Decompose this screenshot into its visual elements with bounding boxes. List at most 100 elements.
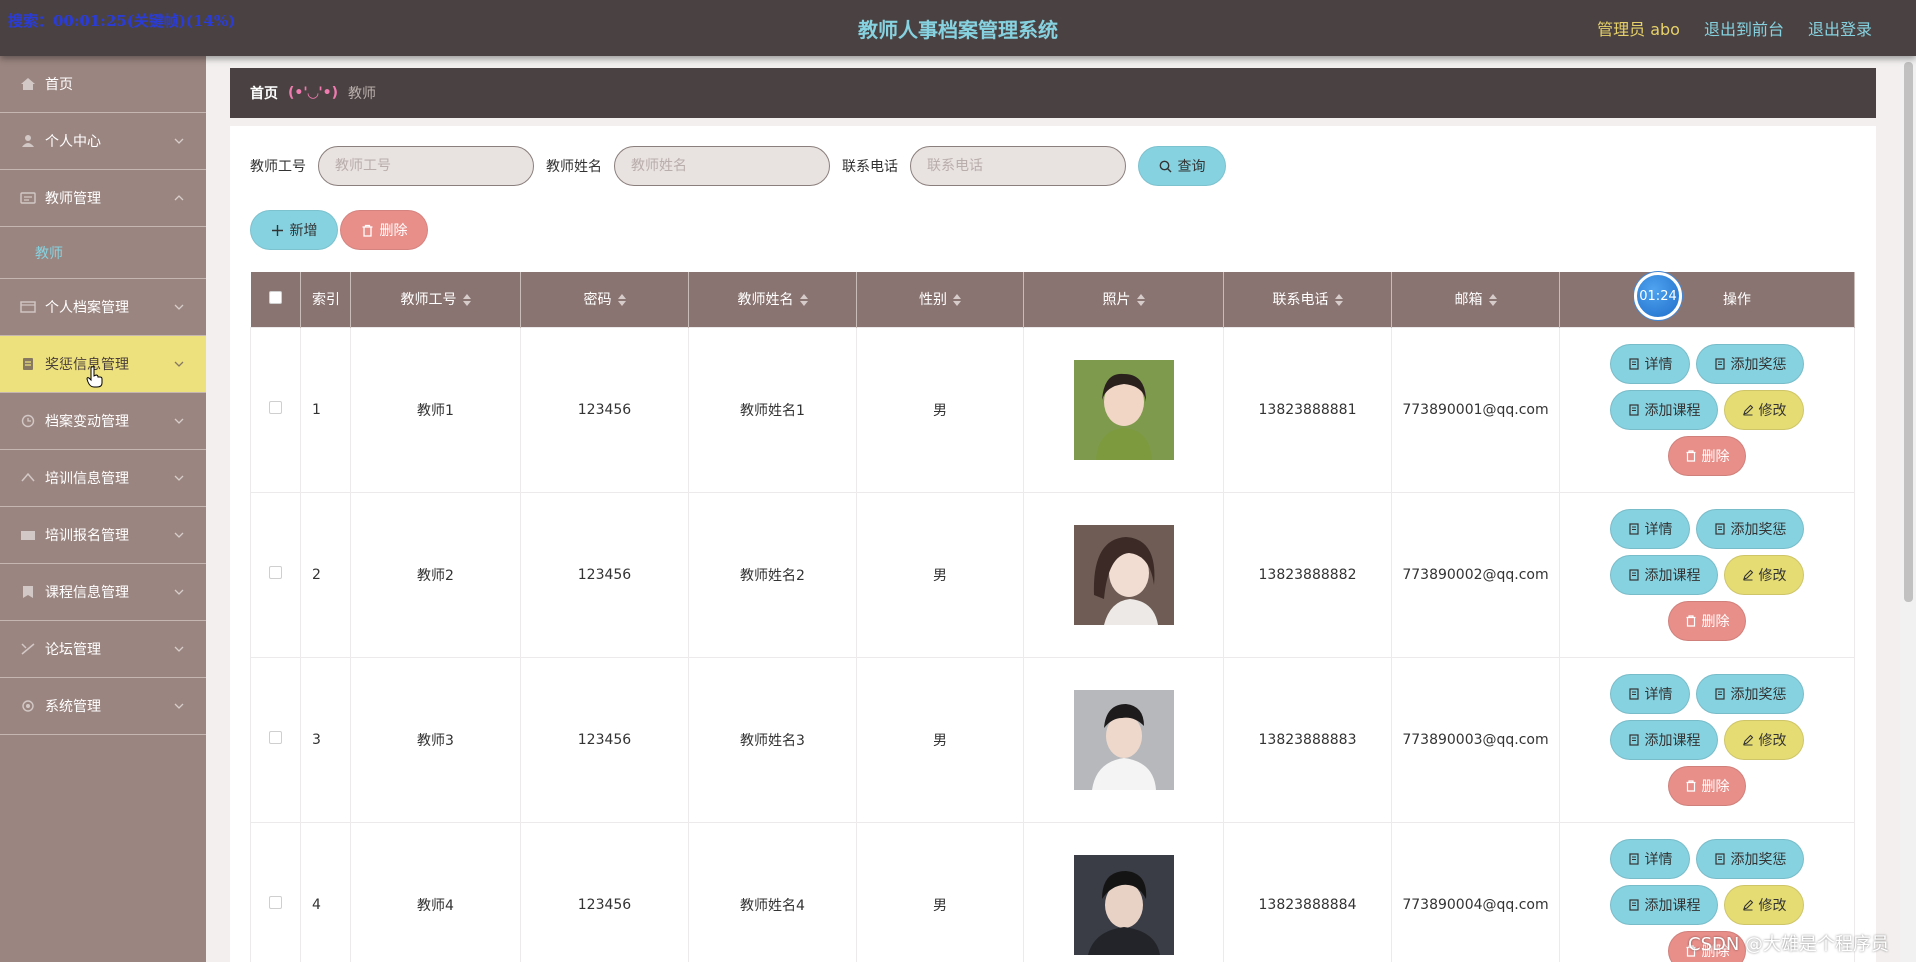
column-header-gender[interactable]: 性别 bbox=[856, 272, 1024, 327]
main-area: 首页 (•'◡'•) 教师 教师工号 教师姓名 联系电话 查询 新增 删除 bbox=[206, 56, 1900, 962]
add-course-button[interactable]: 添加课程 bbox=[1610, 389, 1718, 430]
sidebar-item-system[interactable]: 系统管理 bbox=[0, 678, 206, 735]
scrollbar-thumb[interactable] bbox=[1904, 62, 1913, 602]
sidebar-item-training-info[interactable]: 培训信息管理 bbox=[0, 450, 206, 507]
sidebar-item-archive-management[interactable]: 个人档案管理 bbox=[0, 279, 206, 336]
teacher-photo[interactable] bbox=[1073, 854, 1174, 955]
add-award-button[interactable]: 添加奖惩 bbox=[1696, 508, 1804, 549]
action-bar: 新增 删除 bbox=[250, 210, 428, 250]
row-checkbox[interactable] bbox=[269, 566, 282, 579]
sort-icon bbox=[1488, 294, 1497, 307]
batch-delete-button[interactable]: 删除 bbox=[340, 210, 428, 250]
cell-gender: 男 bbox=[856, 491, 1024, 658]
delete-button[interactable]: 删除 bbox=[1668, 435, 1746, 476]
chevron-down-icon bbox=[174, 138, 184, 144]
sidebar-item-personal-center[interactable]: 个人中心 bbox=[0, 113, 206, 170]
cell-password: 123456 bbox=[520, 821, 689, 962]
sidebar-item-home[interactable]: 首页 bbox=[0, 56, 206, 113]
sidebar-item-label: 培训报名管理 bbox=[45, 528, 129, 544]
row-checkbox[interactable] bbox=[269, 731, 282, 744]
phone-input[interactable] bbox=[910, 146, 1126, 186]
add-course-button-label: 添加课程 bbox=[1644, 402, 1701, 419]
logout-link[interactable]: 退出登录 bbox=[1808, 16, 1872, 40]
add-award-button[interactable]: 添加奖惩 bbox=[1696, 838, 1804, 879]
column-header-teacher-id[interactable]: 教师工号 bbox=[350, 272, 521, 327]
detail-button[interactable]: 详情 bbox=[1610, 673, 1690, 714]
detail-button[interactable]: 详情 bbox=[1610, 508, 1690, 549]
sidebar-item-archive-change[interactable]: 档案变动管理 bbox=[0, 393, 206, 450]
add-button-label: 新增 bbox=[289, 223, 318, 239]
user-icon bbox=[22, 135, 34, 147]
edit-button-label: 修改 bbox=[1758, 732, 1787, 749]
chevron-down-icon bbox=[174, 418, 184, 424]
back-to-front-link[interactable]: 退出到前台 bbox=[1704, 16, 1784, 40]
breadcrumb-home[interactable]: 首页 bbox=[250, 83, 278, 103]
teacher-photo[interactable] bbox=[1073, 689, 1174, 790]
trash-icon bbox=[1686, 449, 1695, 462]
add-award-button[interactable]: 添加奖惩 bbox=[1696, 343, 1804, 384]
delete-button[interactable]: 删除 bbox=[1668, 600, 1746, 641]
column-header-email[interactable]: 邮箱 bbox=[1391, 272, 1560, 327]
row-checkbox[interactable] bbox=[269, 401, 282, 414]
row-actions: 详情 添加奖惩 添加课程 修改 删除 bbox=[1607, 508, 1807, 641]
query-button[interactable]: 查询 bbox=[1138, 146, 1226, 186]
sidebar-subitem-teacher[interactable]: 教师 bbox=[0, 227, 206, 279]
add-course-button[interactable]: 添加课程 bbox=[1610, 719, 1718, 760]
detail-button[interactable]: 详情 bbox=[1610, 343, 1690, 384]
column-header-password[interactable]: 密码 bbox=[520, 272, 689, 327]
timer-badge[interactable]: 01:24 bbox=[1634, 272, 1682, 320]
sidebar-item-teacher-management[interactable]: 教师管理 bbox=[0, 170, 206, 227]
column-header-phone[interactable]: 联系电话 bbox=[1223, 272, 1392, 327]
edit-button[interactable]: 修改 bbox=[1724, 884, 1804, 925]
document-icon bbox=[1628, 403, 1639, 416]
column-header-photo[interactable]: 照片 bbox=[1023, 272, 1224, 327]
sort-icon bbox=[799, 294, 808, 307]
detail-button[interactable]: 详情 bbox=[1610, 838, 1690, 879]
signup-icon bbox=[21, 531, 35, 540]
delete-button[interactable]: 删除 bbox=[1668, 765, 1746, 806]
edit-button[interactable]: 修改 bbox=[1724, 719, 1804, 760]
column-header-name[interactable]: 教师姓名 bbox=[688, 272, 857, 327]
teacher-photo[interactable] bbox=[1073, 359, 1174, 460]
select-all-checkbox[interactable] bbox=[268, 290, 282, 304]
document-icon bbox=[1628, 687, 1639, 700]
cell-actions: 详情 添加奖惩 添加课程 修改 删除 bbox=[1559, 656, 1855, 823]
cell-gender: 男 bbox=[856, 326, 1024, 493]
add-button[interactable]: 新增 bbox=[250, 210, 338, 250]
sidebar-item-forum[interactable]: 论坛管理 bbox=[0, 621, 206, 678]
cell-email: 773890004@qq.com bbox=[1391, 821, 1560, 962]
detail-button-label: 详情 bbox=[1644, 356, 1673, 373]
cell-name: 教师姓名1 bbox=[688, 326, 857, 493]
document-icon bbox=[1714, 687, 1725, 700]
teacher-name-input[interactable] bbox=[614, 146, 830, 186]
row-checkbox[interactable] bbox=[269, 896, 282, 909]
add-course-button[interactable]: 添加课程 bbox=[1610, 554, 1718, 595]
edit-button[interactable]: 修改 bbox=[1724, 554, 1804, 595]
sidebar-item-course-info[interactable]: 课程信息管理 bbox=[0, 564, 206, 621]
delete-button-label: 删除 bbox=[1701, 613, 1730, 630]
row-select-cell bbox=[250, 491, 301, 658]
cell-photo bbox=[1023, 326, 1224, 493]
cell-email: 773890001@qq.com bbox=[1391, 326, 1560, 493]
sidebar-item-training-signup[interactable]: 培训报名管理 bbox=[0, 507, 206, 564]
edit-button[interactable]: 修改 bbox=[1724, 389, 1804, 430]
document-icon bbox=[1714, 852, 1725, 865]
add-course-button-label: 添加课程 bbox=[1644, 897, 1701, 914]
award-icon bbox=[23, 358, 33, 370]
detail-button-label: 详情 bbox=[1644, 851, 1673, 868]
chevron-down-icon bbox=[174, 532, 184, 538]
column-header-label: 教师姓名 bbox=[737, 292, 794, 309]
add-course-button[interactable]: 添加课程 bbox=[1610, 884, 1718, 925]
teacher-photo[interactable] bbox=[1073, 524, 1174, 625]
column-header-label: 性别 bbox=[919, 292, 947, 309]
vertical-scrollbar[interactable] bbox=[1900, 56, 1916, 962]
phone-label: 联系电话 bbox=[842, 159, 898, 175]
cell-phone: 13823888881 bbox=[1223, 326, 1392, 493]
chevron-down-icon bbox=[174, 475, 184, 481]
edit-button-label: 修改 bbox=[1758, 567, 1787, 584]
add-award-button-label: 添加奖惩 bbox=[1730, 356, 1787, 373]
add-award-button[interactable]: 添加奖惩 bbox=[1696, 673, 1804, 714]
table-row: 1 教师1 123456 教师姓名1 男 13823888881 7738900… bbox=[250, 326, 1855, 493]
cell-actions: 详情 添加奖惩 添加课程 修改 删除 bbox=[1559, 491, 1855, 658]
teacher-id-input[interactable] bbox=[318, 146, 534, 186]
